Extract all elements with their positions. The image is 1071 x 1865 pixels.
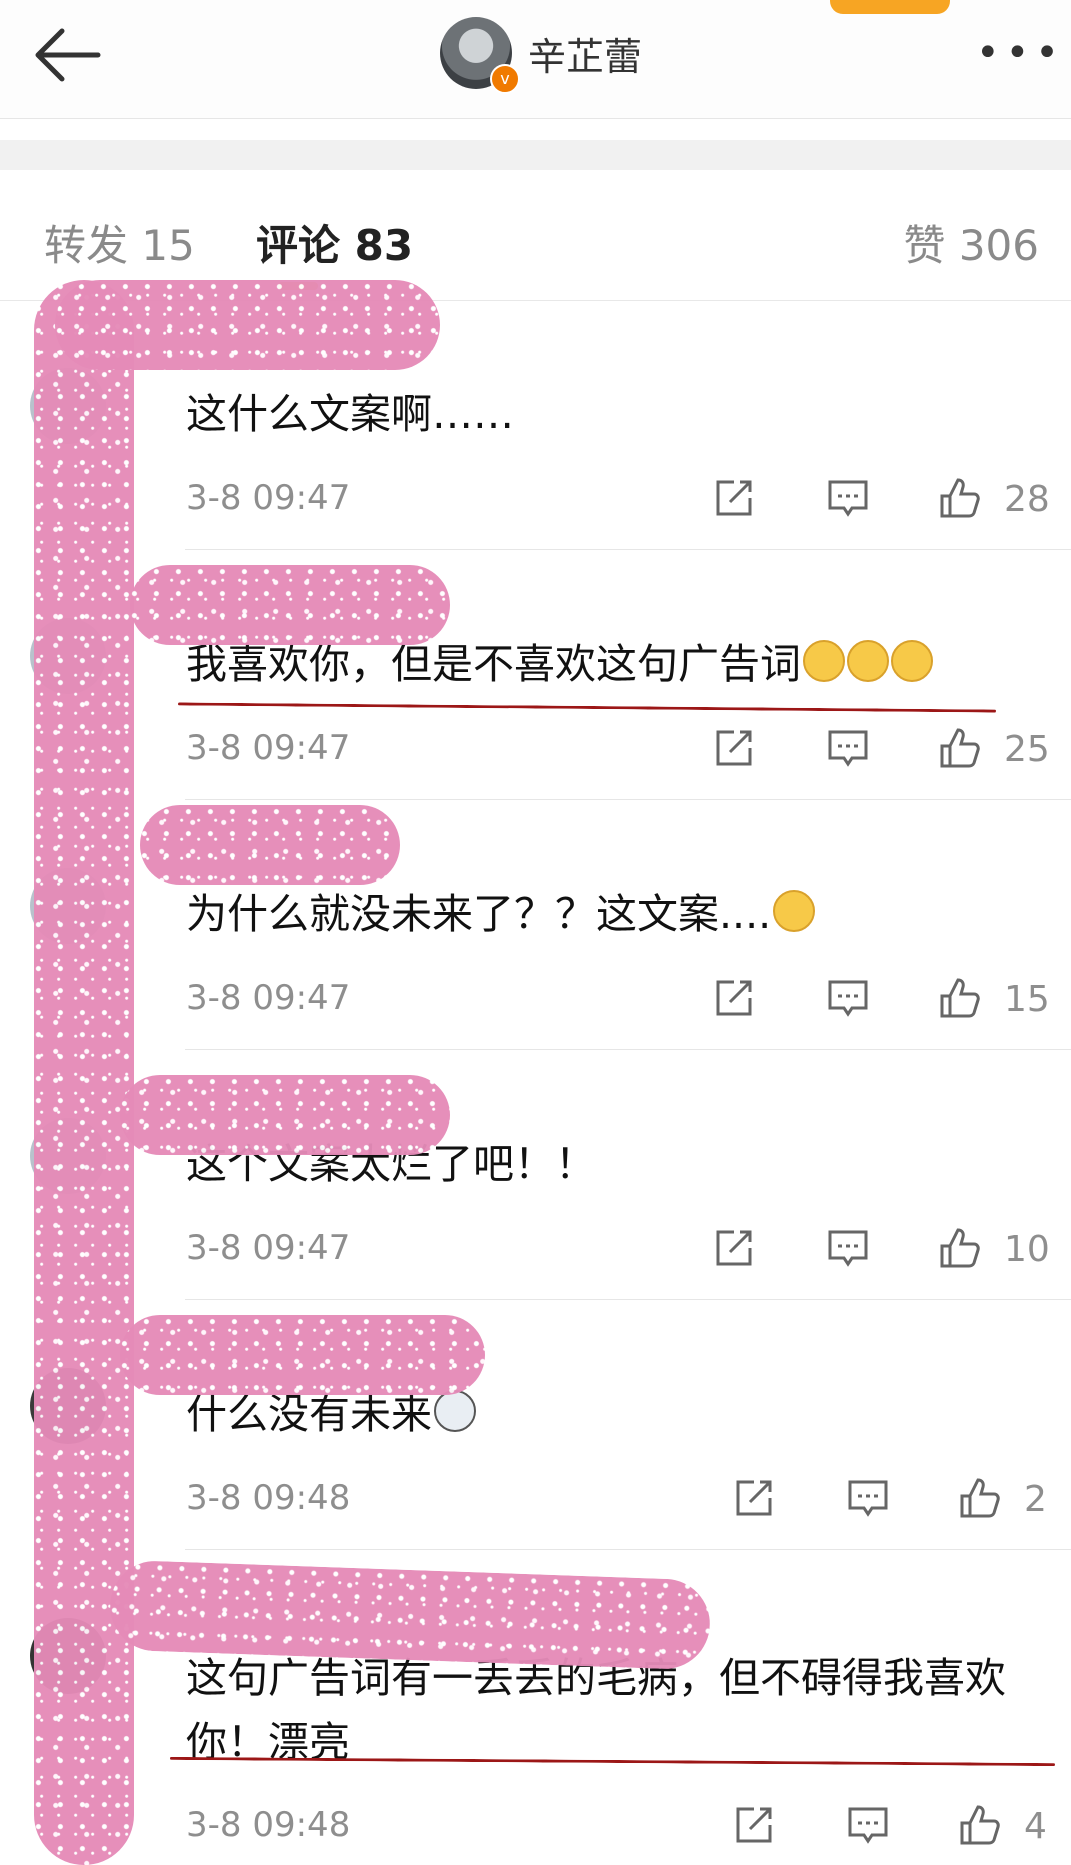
share-icon[interactable] — [712, 976, 756, 1020]
like-icon[interactable] — [938, 976, 982, 1020]
comment-time: 3-8 09:48 — [186, 1805, 351, 1845]
glitter-censor-stroke — [120, 1075, 450, 1155]
share-icon[interactable] — [712, 1226, 756, 1270]
username[interactable]: 辛芷蕾 — [528, 26, 642, 81]
comment-text-body: 什么没有未来 — [186, 1390, 432, 1438]
tab-repost[interactable]: 转发 15 — [44, 212, 195, 273]
verified-badge-icon: v — [490, 64, 520, 94]
share-icon[interactable] — [712, 476, 756, 520]
sweat-face-icon — [847, 640, 889, 682]
reply-icon[interactable] — [826, 976, 870, 1020]
share-icon[interactable] — [732, 1476, 776, 1520]
comment-text-body: 为什么就没未来了？？这文案.... — [186, 890, 772, 938]
tab-likes[interactable]: 赞 306 — [903, 212, 1039, 273]
reply-icon[interactable] — [826, 726, 870, 770]
like-icon[interactable] — [938, 1226, 982, 1270]
like-count: 10 — [1004, 1229, 1050, 1270]
tab-comments[interactable]: 评论 83 — [256, 212, 413, 273]
more-icon[interactable]: ••• — [976, 30, 1065, 76]
reply-icon[interactable] — [826, 476, 870, 520]
comment-time: 3-8 09:47 — [186, 478, 351, 518]
comment-text: 为什么就没未来了？？这文案.... — [186, 880, 816, 940]
section-gap — [0, 140, 1071, 170]
glitter-censor-stroke — [120, 1315, 485, 1395]
comment-time: 3-8 09:48 — [186, 1478, 351, 1518]
like-count: 15 — [1004, 979, 1050, 1020]
like-icon[interactable] — [958, 1803, 1002, 1847]
comment-text: 这什么文案啊…… — [186, 390, 514, 438]
top-bar: v 辛芷蕾 ••• — [0, 0, 1071, 119]
comment-time: 3-8 09:47 — [186, 978, 351, 1018]
reply-icon[interactable] — [826, 1226, 870, 1270]
reply-icon[interactable] — [846, 1476, 890, 1520]
like-count: 2 — [1024, 1479, 1047, 1520]
like-icon[interactable] — [938, 726, 982, 770]
like-count: 4 — [1024, 1806, 1047, 1847]
back-arrow-icon[interactable] — [28, 24, 108, 86]
confused-face-icon — [773, 890, 816, 932]
comment-time: 3-8 09:47 — [186, 1228, 351, 1268]
comment-time: 3-8 09:47 — [186, 728, 351, 768]
share-icon[interactable] — [712, 726, 756, 770]
sweat-face-icon — [803, 640, 845, 682]
like-icon[interactable] — [958, 1476, 1002, 1520]
glitter-censor-stroke — [130, 565, 450, 645]
sweat-face-icon — [891, 640, 933, 682]
comment-text-body: 我喜欢你，但是不喜欢这句广告词 — [186, 640, 801, 688]
husky-face-icon — [434, 1390, 476, 1432]
reply-icon[interactable] — [846, 1803, 890, 1847]
like-icon[interactable] — [938, 476, 982, 520]
like-count: 28 — [1004, 479, 1050, 520]
follow-button[interactable] — [830, 0, 950, 14]
glitter-censor-stroke — [55, 280, 440, 370]
like-count: 25 — [1004, 729, 1050, 770]
share-icon[interactable] — [732, 1803, 776, 1847]
glitter-censor-stroke — [140, 805, 400, 885]
